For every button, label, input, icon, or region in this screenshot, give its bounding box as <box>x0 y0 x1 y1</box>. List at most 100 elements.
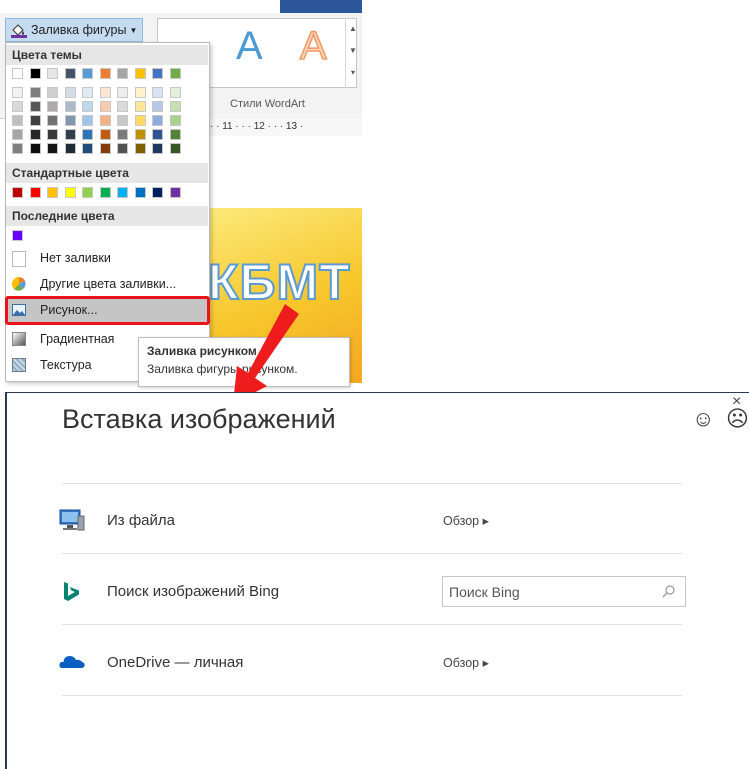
browse-file-link[interactable]: Обзор ▸ <box>443 511 489 531</box>
theme-color-swatch[interactable] <box>117 68 128 79</box>
bing-search-input[interactable] <box>449 581 649 602</box>
standard-color-swatch[interactable] <box>64 187 76 198</box>
paint-bucket-icon <box>11 24 27 38</box>
theme-shade-swatch[interactable] <box>12 87 23 98</box>
theme-shade-swatch[interactable] <box>152 101 163 112</box>
standard-color-swatch[interactable] <box>47 187 58 198</box>
theme-shade-swatch[interactable] <box>29 129 41 140</box>
shape-fill-button[interactable]: Заливка фигуры ▼ <box>5 18 143 42</box>
theme-shade-swatch[interactable] <box>169 115 181 126</box>
frown-feedback-icon[interactable]: ☹ <box>726 408 749 430</box>
theme-color-swatch[interactable] <box>64 68 76 79</box>
theme-color-swatch[interactable] <box>99 68 111 79</box>
theme-shade-swatch[interactable] <box>82 115 93 126</box>
theme-shade-swatch[interactable] <box>64 129 76 140</box>
smile-feedback-icon[interactable]: ☺ <box>692 408 714 430</box>
theme-shade-swatch[interactable] <box>64 101 76 112</box>
theme-shade-swatch[interactable] <box>29 87 41 98</box>
theme-shade-swatch[interactable] <box>47 143 58 154</box>
theme-color-swatch[interactable] <box>82 68 93 79</box>
theme-shade-swatch[interactable] <box>99 101 111 112</box>
theme-shade-swatch[interactable] <box>117 87 128 98</box>
theme-color-swatch[interactable] <box>134 68 146 79</box>
theme-shade-swatch[interactable] <box>12 129 23 140</box>
theme-color-swatch[interactable] <box>47 68 58 79</box>
theme-shade-swatch[interactable] <box>117 129 128 140</box>
theme-shade-swatch[interactable] <box>134 115 146 126</box>
standard-color-swatch[interactable] <box>12 187 23 198</box>
theme-shade-swatch[interactable] <box>12 143 23 154</box>
theme-shade-swatch[interactable] <box>47 115 58 126</box>
theme-shade-swatch[interactable] <box>117 115 128 126</box>
ruler: · · 11 · · · 12 · · · 13 · <box>210 118 362 136</box>
more-fill-colors-item[interactable]: Другие цвета заливки... <box>6 272 208 296</box>
gallery-scroll[interactable]: ▲ ▼ ▾ <box>345 18 360 88</box>
theme-shade-swatch[interactable] <box>117 143 128 154</box>
computer-icon <box>59 509 85 531</box>
bing-search-box[interactable] <box>442 576 686 607</box>
theme-shade-swatch[interactable] <box>12 115 23 126</box>
theme-shade-swatch[interactable] <box>152 87 163 98</box>
wordart-style-orange[interactable]: A <box>299 23 327 69</box>
theme-shade-swatch[interactable] <box>134 87 146 98</box>
from-file-label: Из файла <box>107 512 175 529</box>
recent-color-swatch[interactable] <box>12 230 23 241</box>
theme-shade-swatch[interactable] <box>99 143 111 154</box>
theme-color-swatch[interactable] <box>12 68 23 79</box>
standard-colors-header: Стандартные цвета <box>6 163 208 183</box>
divider <box>62 483 682 484</box>
search-icon[interactable] <box>662 585 675 598</box>
theme-shade-swatch[interactable] <box>82 101 93 112</box>
theme-shade-swatch[interactable] <box>169 87 181 98</box>
theme-shade-swatch[interactable] <box>169 101 181 112</box>
theme-shade-swatch[interactable] <box>29 101 41 112</box>
theme-shade-swatch[interactable] <box>169 143 181 154</box>
divider <box>62 695 682 696</box>
theme-shade-swatch[interactable] <box>169 129 181 140</box>
theme-shade-swatch[interactable] <box>64 143 76 154</box>
standard-color-swatch[interactable] <box>169 187 181 198</box>
theme-shade-swatch[interactable] <box>99 115 111 126</box>
theme-shade-swatch[interactable] <box>152 115 163 126</box>
standard-color-swatch[interactable] <box>134 187 146 198</box>
theme-shade-swatch[interactable] <box>29 115 41 126</box>
theme-shade-swatch[interactable] <box>47 101 58 112</box>
theme-shade-swatch[interactable] <box>152 129 163 140</box>
standard-color-swatch[interactable] <box>82 187 93 198</box>
theme-shade-swatch[interactable] <box>29 143 41 154</box>
theme-shade-swatch[interactable] <box>12 101 23 112</box>
browse-onedrive-link[interactable]: Обзор ▸ <box>443 653 489 673</box>
no-fill-label: Нет заливки <box>40 251 111 265</box>
wordart-style-blue[interactable]: A <box>236 24 263 68</box>
theme-color-swatch[interactable] <box>169 68 181 79</box>
theme-shade-swatch[interactable] <box>99 87 111 98</box>
onedrive-label: OneDrive — личная <box>107 654 244 671</box>
theme-color-swatch[interactable] <box>29 68 41 79</box>
no-fill-item[interactable]: Нет заливки <box>6 246 208 270</box>
divider <box>62 553 682 554</box>
theme-shade-swatch[interactable] <box>134 129 146 140</box>
standard-color-swatch[interactable] <box>152 187 163 198</box>
theme-shade-swatch[interactable] <box>82 143 93 154</box>
theme-shade-swatch[interactable] <box>64 115 76 126</box>
bing-icon <box>64 582 79 601</box>
recent-colors-header: Последние цвета <box>6 206 208 226</box>
theme-shade-swatch[interactable] <box>64 87 76 98</box>
theme-shade-swatch[interactable] <box>47 129 58 140</box>
theme-shade-swatch[interactable] <box>47 87 58 98</box>
theme-shade-swatch[interactable] <box>82 129 93 140</box>
theme-shade-swatch[interactable] <box>152 143 163 154</box>
theme-shade-swatch[interactable] <box>117 101 128 112</box>
theme-shade-swatch[interactable] <box>134 101 146 112</box>
standard-color-swatch[interactable] <box>29 187 41 198</box>
theme-shades-grid <box>12 87 202 157</box>
standard-color-swatch[interactable] <box>99 187 111 198</box>
standard-color-swatch[interactable] <box>117 187 128 198</box>
theme-color-swatch[interactable] <box>152 68 163 79</box>
theme-shade-swatch[interactable] <box>134 143 146 154</box>
recent-colors-row <box>12 230 202 244</box>
theme-shade-swatch[interactable] <box>82 87 93 98</box>
shape-fill-label: Заливка фигуры <box>31 23 127 37</box>
bing-search-label: Поиск изображений Bing <box>107 583 280 600</box>
theme-shade-swatch[interactable] <box>99 129 111 140</box>
